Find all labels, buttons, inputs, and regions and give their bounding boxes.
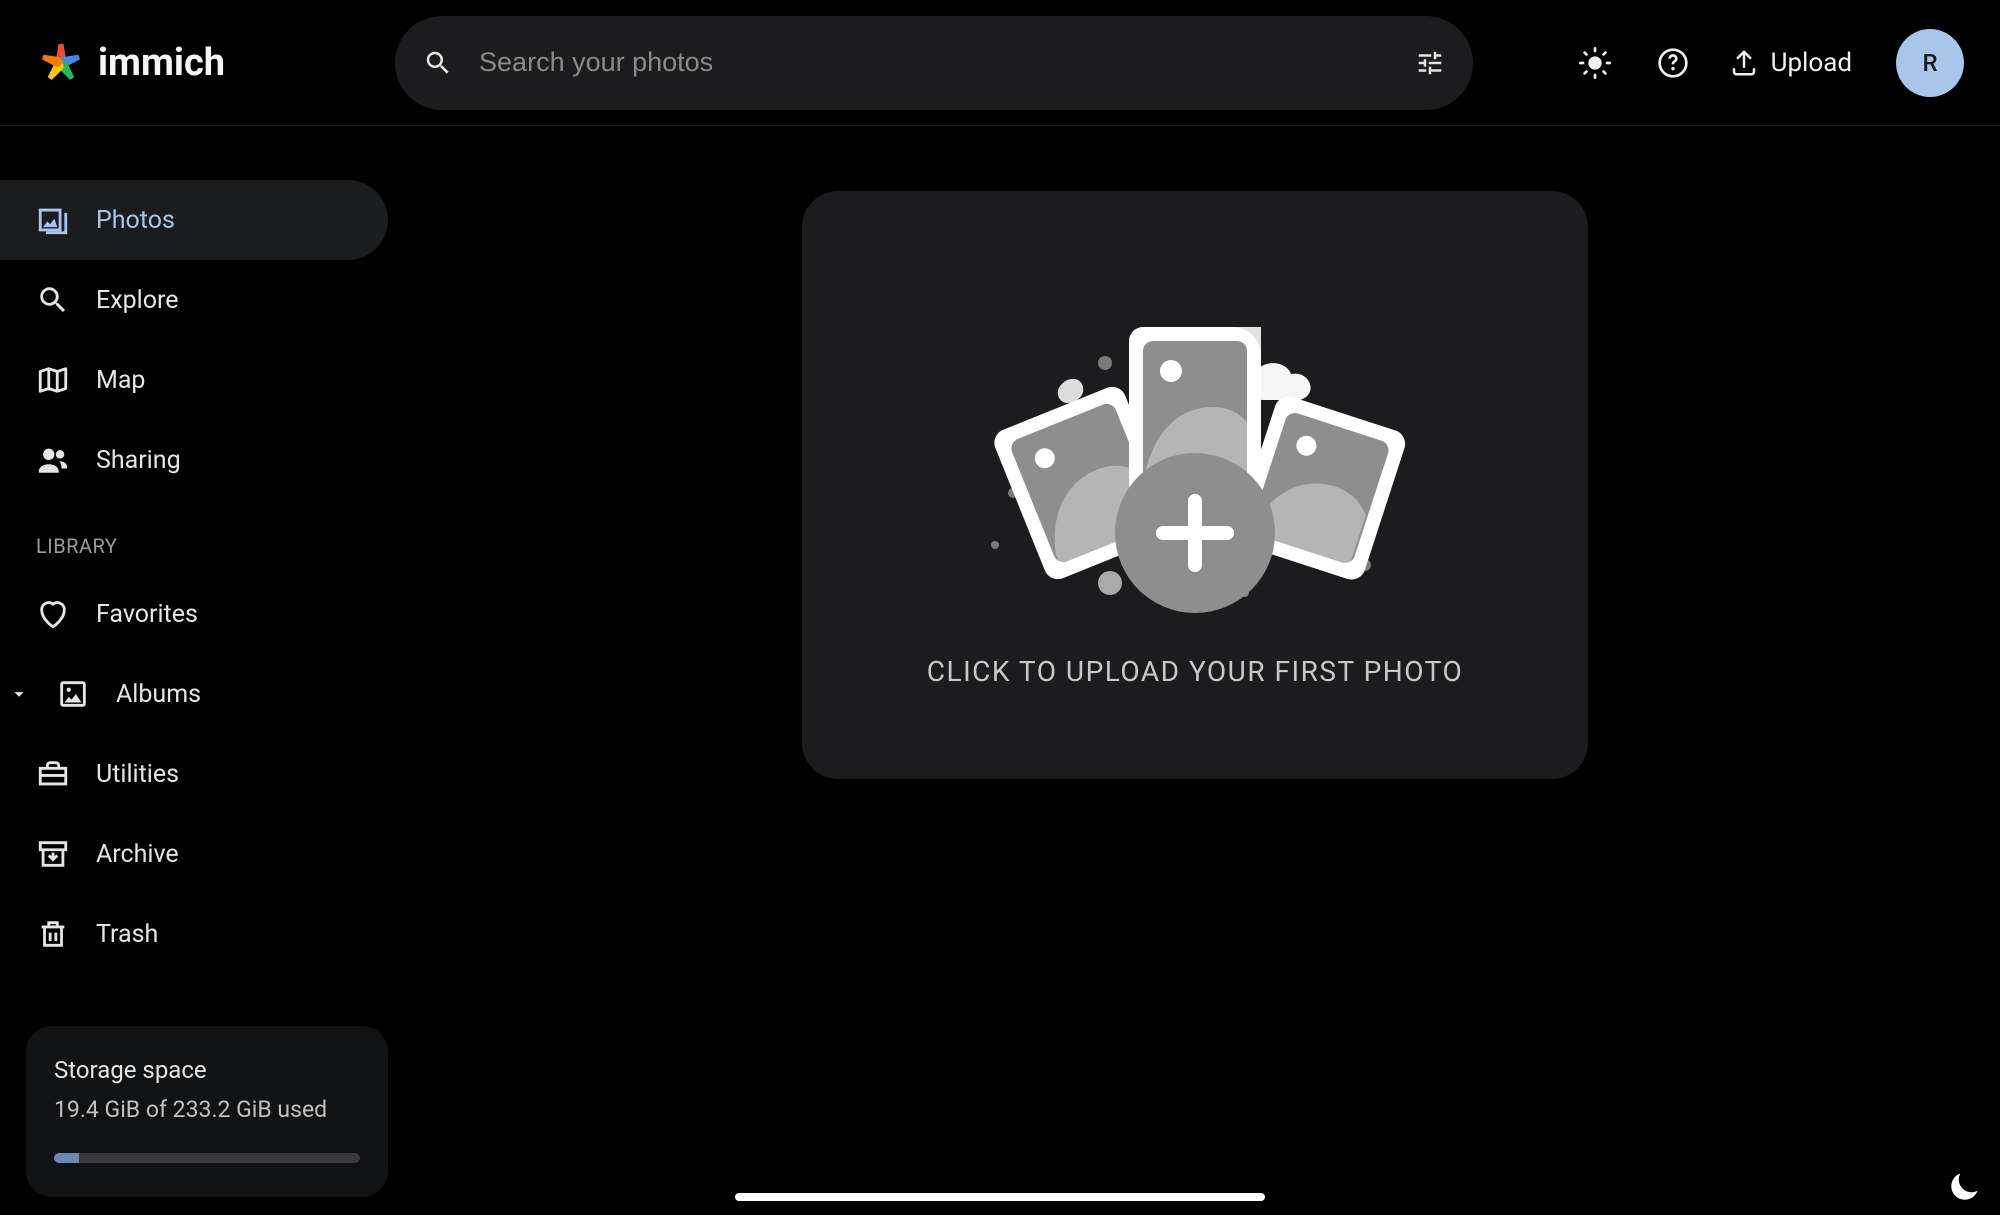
moon-icon bbox=[1946, 1169, 1982, 1205]
utilities-icon bbox=[36, 757, 70, 791]
sidebar-item-label: Map bbox=[96, 366, 145, 395]
sidebar-section-library: LIBRARY bbox=[0, 500, 390, 574]
storage-title: Storage space bbox=[54, 1056, 360, 1084]
sidebar-item-label: Sharing bbox=[96, 446, 181, 475]
sidebar-item-trash[interactable]: Trash bbox=[0, 894, 390, 974]
trash-icon bbox=[36, 917, 70, 951]
heart-icon bbox=[36, 597, 70, 631]
immich-logo-icon bbox=[36, 38, 86, 88]
header-actions: Upload R bbox=[1573, 29, 1964, 97]
explore-icon bbox=[36, 283, 70, 317]
avatar-initial: R bbox=[1922, 49, 1937, 77]
albums-icon bbox=[56, 677, 90, 711]
storage-bar bbox=[54, 1153, 360, 1163]
sidebar-item-label: Photos bbox=[96, 206, 175, 235]
storage-card: Storage space 19.4 GiB of 233.2 GiB used bbox=[26, 1026, 388, 1197]
help-icon bbox=[1657, 47, 1689, 79]
upload-icon bbox=[1729, 48, 1759, 78]
sidebar-item-map[interactable]: Map bbox=[0, 340, 390, 420]
sidebar-item-utilities[interactable]: Utilities bbox=[0, 734, 390, 814]
sidebar-item-photos[interactable]: Photos bbox=[0, 180, 388, 260]
sidebar-item-label: Utilities bbox=[96, 760, 179, 789]
sidebar-item-favorites[interactable]: Favorites bbox=[0, 574, 390, 654]
user-avatar[interactable]: R bbox=[1896, 29, 1964, 97]
chevron-down-icon bbox=[8, 677, 30, 711]
search-input[interactable] bbox=[479, 47, 1389, 78]
upload-empty-text: CLICK TO UPLOAD YOUR FIRST PHOTO bbox=[927, 655, 1463, 688]
photos-icon bbox=[36, 203, 70, 237]
sidebar-item-albums[interactable]: Albums bbox=[0, 654, 390, 734]
storage-usage-text: 19.4 GiB of 233.2 GiB used bbox=[54, 1096, 360, 1123]
sharing-icon bbox=[36, 443, 70, 477]
upload-illustration bbox=[935, 283, 1455, 633]
help-button[interactable] bbox=[1651, 41, 1695, 85]
app-name: immich bbox=[98, 41, 225, 85]
sun-icon bbox=[1579, 47, 1611, 79]
sidebar-item-label: Archive bbox=[96, 840, 179, 869]
main-content: CLICK TO UPLOAD YOUR FIRST PHOTO bbox=[390, 126, 2000, 1215]
home-indicator bbox=[735, 1193, 1265, 1201]
search-bar[interactable] bbox=[395, 16, 1473, 110]
theme-toggle-button[interactable] bbox=[1573, 41, 1617, 85]
sidebar: Photos Explore Map Sharing LIBRARY Favor… bbox=[0, 126, 390, 1197]
tune-icon[interactable] bbox=[1415, 48, 1445, 78]
sidebar-item-label: Trash bbox=[96, 920, 158, 949]
storage-bar-fill bbox=[54, 1153, 79, 1163]
upload-empty-card[interactable]: CLICK TO UPLOAD YOUR FIRST PHOTO bbox=[802, 191, 1588, 779]
archive-icon bbox=[36, 837, 70, 871]
sidebar-item-archive[interactable]: Archive bbox=[0, 814, 390, 894]
app-header: immich bbox=[0, 0, 2000, 126]
upload-button[interactable]: Upload bbox=[1729, 48, 1852, 78]
sidebar-item-sharing[interactable]: Sharing bbox=[0, 420, 390, 500]
upload-label: Upload bbox=[1771, 48, 1852, 78]
map-icon bbox=[36, 363, 70, 397]
sidebar-item-label: Albums bbox=[116, 680, 201, 709]
search-icon bbox=[423, 48, 453, 78]
app-logo[interactable]: immich bbox=[36, 38, 225, 88]
sidebar-item-label: Explore bbox=[96, 286, 178, 315]
sidebar-item-explore[interactable]: Explore bbox=[0, 260, 390, 340]
sidebar-item-label: Favorites bbox=[96, 600, 198, 629]
